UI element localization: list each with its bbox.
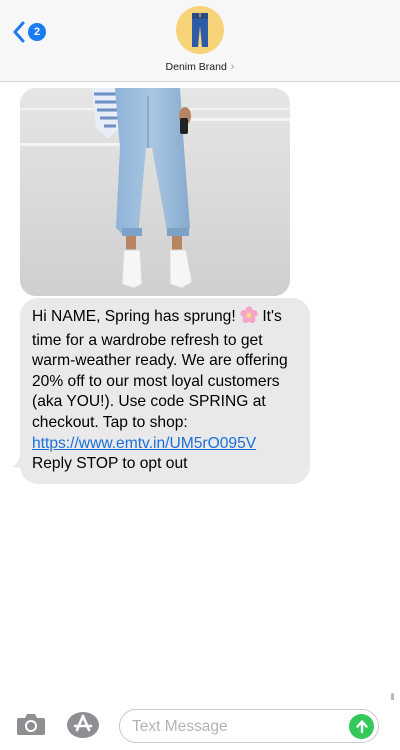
shop-link[interactable]: https://www.emtv.in/UM5rO095V <box>32 435 256 452</box>
app-store-icon <box>67 712 99 738</box>
contact-avatar <box>176 6 224 54</box>
message-input-wrapper <box>119 709 379 743</box>
camera-button[interactable] <box>16 712 46 741</box>
incoming-message-bubble[interactable]: Hi NAME, Spring has sprung! It's time fo… <box>20 298 310 484</box>
chevron-right-icon: › <box>230 61 235 73</box>
send-button[interactable] <box>349 714 374 739</box>
message-photo[interactable] <box>20 88 290 296</box>
contact-name: Denim Brand <box>165 61 227 73</box>
bubble-tail <box>12 446 32 468</box>
message-composer <box>0 700 400 750</box>
contact-info[interactable]: Denim Brand › <box>0 6 400 73</box>
jeans-icon <box>192 13 208 47</box>
photo-image <box>20 88 290 296</box>
send-arrow-icon <box>355 720 368 734</box>
message-text-part1: Hi NAME, Spring has sprung! <box>32 308 241 325</box>
app-store-button[interactable] <box>66 711 100 744</box>
opt-out-text: Reply STOP to opt out <box>32 455 188 473</box>
text-message-input[interactable] <box>132 716 342 738</box>
cherry-blossom-icon <box>240 306 258 331</box>
camera-icon <box>17 714 45 735</box>
conversation-header: 2 Denim Brand › <box>0 0 400 82</box>
